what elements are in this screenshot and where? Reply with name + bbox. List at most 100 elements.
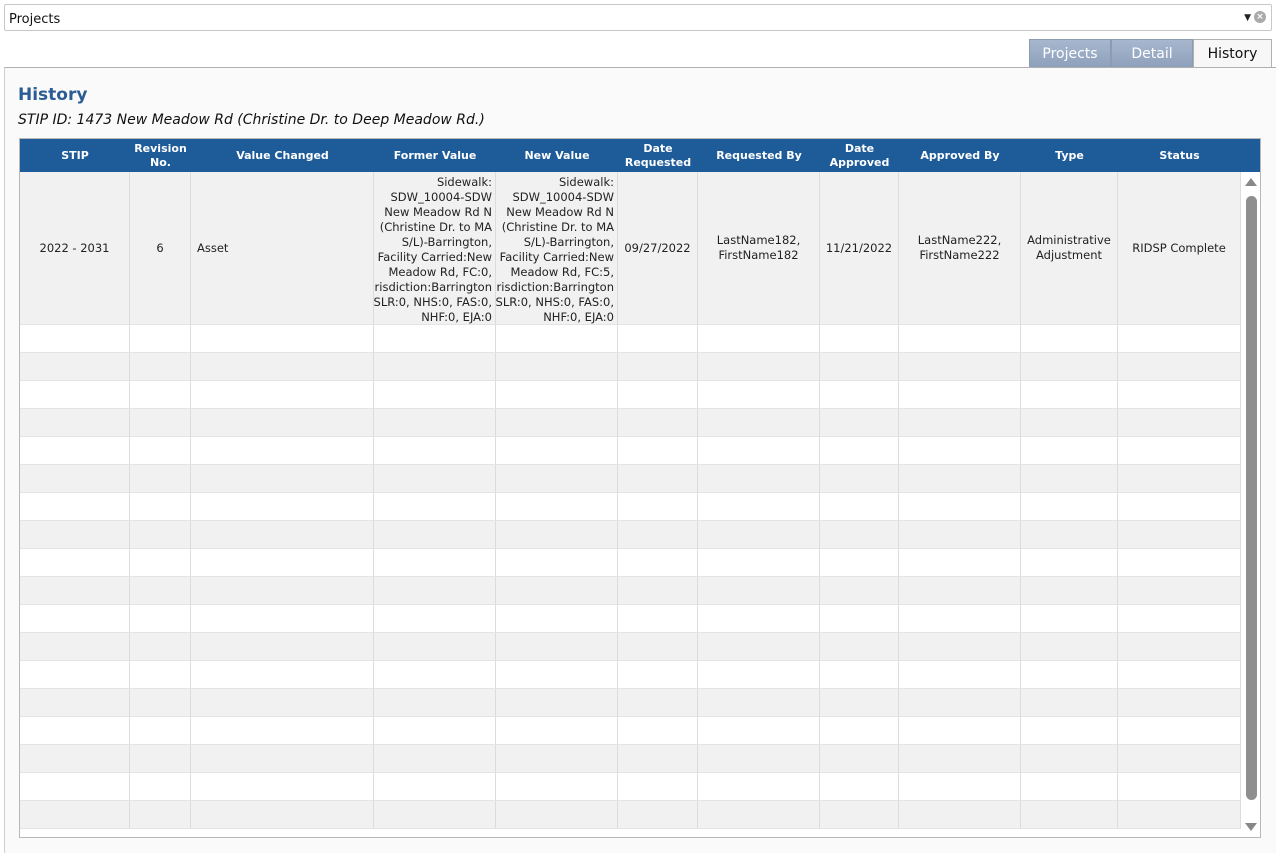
table-cell-empty [496,325,618,353]
table-cell-empty [1021,409,1118,437]
table-cell-empty [20,437,130,465]
table-row-empty[interactable] [20,577,1241,605]
clear-icon[interactable]: × [1254,11,1266,23]
scroll-up-arrow-icon[interactable] [1245,178,1257,186]
table-cell-empty [618,605,698,633]
table-cell-empty [130,745,191,773]
table-cell-empty [130,801,191,829]
table-cell-empty [899,325,1021,353]
table-row-empty[interactable] [20,381,1241,409]
table-cell-empty [374,549,496,577]
tab-history[interactable]: History [1193,39,1272,68]
table-row-empty[interactable] [20,493,1241,521]
column-header-date-requested[interactable]: Date Requested [618,139,698,172]
table-cell-empty [374,521,496,549]
table-cell-empty [20,773,130,801]
table-row-empty[interactable] [20,633,1241,661]
table-row-empty[interactable] [20,549,1241,577]
table-row-empty[interactable] [20,605,1241,633]
table-cell-empty [618,465,698,493]
table-row[interactable]: 2022 - 2031 6 Asset Sidewalk: SDW_10004-… [20,172,1241,325]
table-row-empty[interactable] [20,521,1241,549]
table-cell-empty [618,437,698,465]
table-cell-empty [820,325,899,353]
table-cell-empty [374,689,496,717]
table-cell-empty [698,437,820,465]
table-cell-empty [698,773,820,801]
column-header-date-approved[interactable]: Date Approved [820,139,899,172]
column-header-type[interactable]: Type [1021,139,1118,172]
table-cell-empty [1021,689,1118,717]
table-cell-empty [20,605,130,633]
table-row-empty[interactable] [20,353,1241,381]
table-cell-empty [1021,605,1118,633]
table-cell-empty [130,437,191,465]
table-cell-empty [374,773,496,801]
table-cell-empty [820,661,899,689]
table-row-empty[interactable] [20,689,1241,717]
scroll-thumb[interactable] [1246,196,1257,800]
table-cell-empty [191,493,374,521]
table-cell-empty [20,381,130,409]
table-cell-empty [496,549,618,577]
cell-stip: 2022 - 2031 [20,172,130,325]
table-row-empty[interactable] [20,717,1241,745]
table-cell-empty [899,521,1021,549]
cell-date-requested: 09/27/2022 [618,172,698,325]
table-cell-empty [130,465,191,493]
table-cell-empty [374,325,496,353]
table-cell-empty [698,381,820,409]
table-cell-empty [374,381,496,409]
table-cell-empty [496,801,618,829]
table-row-empty[interactable] [20,465,1241,493]
table-cell-empty [1118,465,1241,493]
table-cell-empty [899,465,1021,493]
table-cell-empty [191,437,374,465]
table-cell-empty [618,521,698,549]
table-cell-empty [618,549,698,577]
table-cell-empty [618,353,698,381]
chevron-down-icon[interactable]: ▼ [1244,13,1251,23]
table-cell-empty [698,409,820,437]
table-row-empty[interactable] [20,409,1241,437]
column-header-new-value[interactable]: New Value [496,139,618,172]
table-row-empty[interactable] [20,773,1241,801]
tab-detail[interactable]: Detail [1111,39,1193,68]
project-selector[interactable]: Projects ▼ × [4,4,1272,31]
vertical-scrollbar[interactable] [1241,172,1260,837]
table-header: STIP Revision No. Value Changed Former V… [20,139,1260,172]
table-row-empty[interactable] [20,801,1241,829]
table-cell-empty [1118,493,1241,521]
table-cell-empty [618,493,698,521]
column-header-stip[interactable]: STIP [20,139,130,172]
table-row-empty[interactable] [20,437,1241,465]
table-cell-empty [130,661,191,689]
column-header-value-changed[interactable]: Value Changed [191,139,374,172]
table-row-empty[interactable] [20,325,1241,353]
column-header-revision[interactable]: Revision No. [130,139,191,172]
scroll-down-arrow-icon[interactable] [1245,823,1257,831]
table-cell-empty [191,465,374,493]
table-cell-empty [20,493,130,521]
table-cell-empty [374,409,496,437]
table-cell-empty [899,493,1021,521]
column-header-approved-by[interactable]: Approved By [899,139,1021,172]
table-cell-empty [1021,437,1118,465]
table-cell-empty [496,661,618,689]
table-row-empty[interactable] [20,745,1241,773]
column-header-status[interactable]: Status [1118,139,1241,172]
table-cell-empty [130,773,191,801]
table-cell-empty [374,661,496,689]
table-cell-empty [1118,801,1241,829]
table-cell-empty [899,633,1021,661]
tab-projects[interactable]: Projects [1029,39,1111,68]
table-cell-empty [1021,577,1118,605]
table-cell-empty [1118,353,1241,381]
table-row-empty[interactable] [20,661,1241,689]
table-cell-empty [820,465,899,493]
table-cell-empty [698,325,820,353]
table-cell-empty [820,633,899,661]
column-header-former-value[interactable]: Former Value [374,139,496,172]
table-cell-empty [130,577,191,605]
column-header-requested-by[interactable]: Requested By [698,139,820,172]
